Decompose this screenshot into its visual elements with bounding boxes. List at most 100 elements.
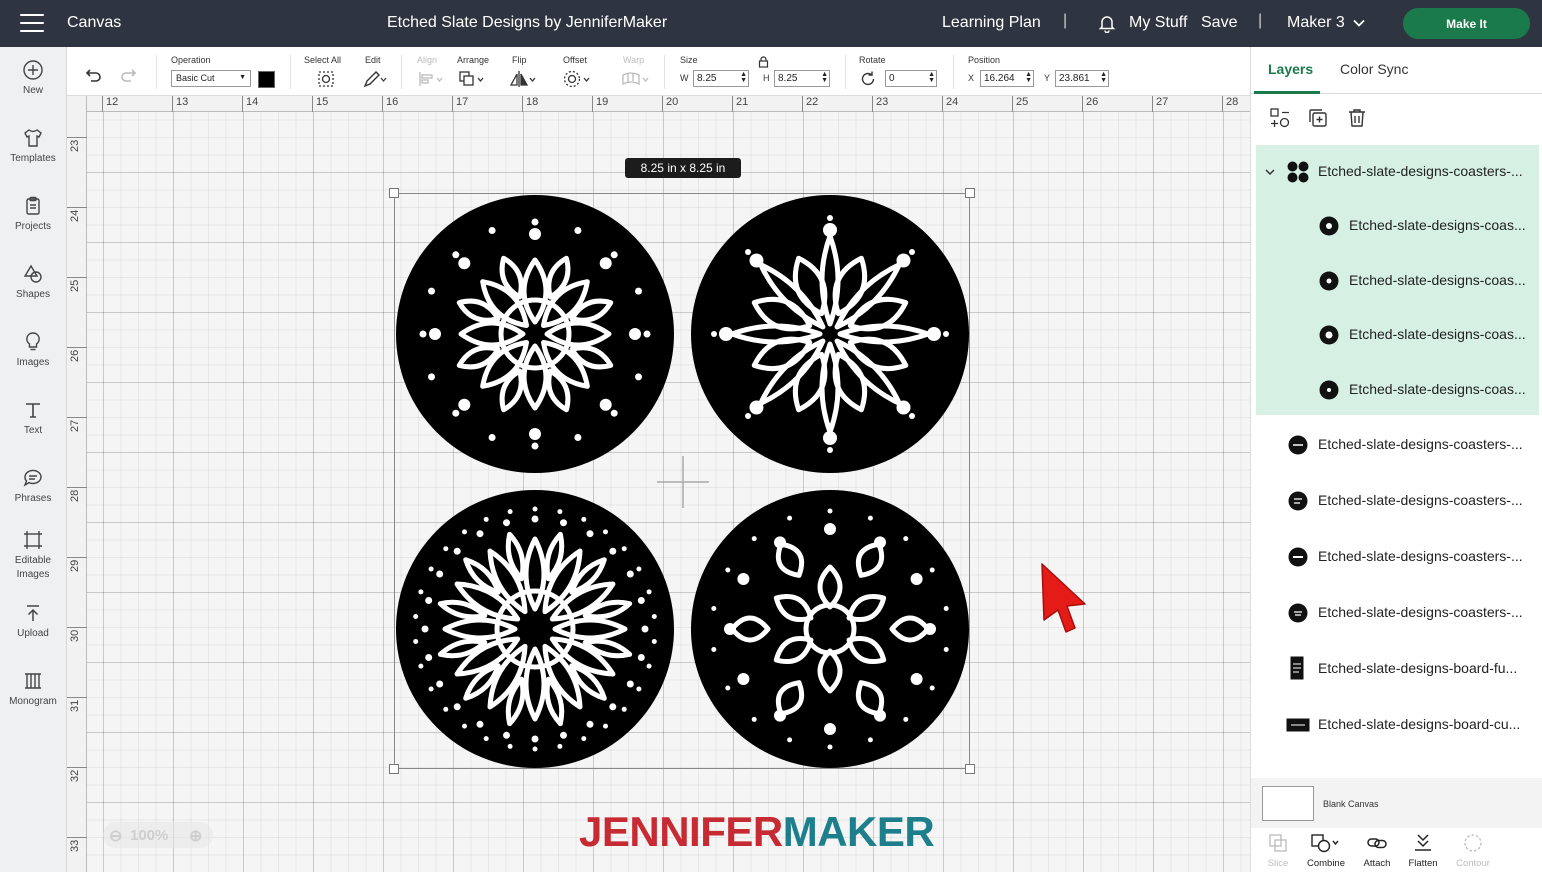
sidebar-item-shapes[interactable]: Shapes [0, 263, 66, 302]
sidebar-item-label: Upload [17, 628, 49, 639]
select-all-label: Select All [304, 55, 342, 65]
sidebar-item-label: Images [16, 357, 50, 368]
height-input[interactable]: 8.25 ▲ ▼ [774, 70, 830, 87]
hamburger-menu-icon[interactable] [20, 14, 44, 32]
sidebar-item-images[interactable]: Images [0, 331, 66, 370]
document-title[interactable]: Etched Slate Designs by JenniferMaker [387, 14, 667, 32]
chevron-down-icon[interactable] [1264, 166, 1276, 178]
layer-item[interactable]: Etched-slate-designs-coasters-... [1256, 474, 1539, 529]
sidebar-item-editable-images[interactable]: Editable Images [0, 529, 66, 582]
spinner-icon[interactable]: ▲ ▼ [740, 71, 747, 84]
offset-icon[interactable] [562, 69, 592, 89]
layer-item[interactable]: Etched-slate-designs-coas... [1256, 308, 1539, 363]
layer-name: Etched-slate-designs-coas... [1349, 217, 1526, 233]
coaster-thumbnail-icon [1319, 380, 1339, 400]
sidebar-item-label: Images [16, 569, 50, 580]
combine-button[interactable]: Combine [1301, 832, 1351, 869]
layer-item[interactable]: Etched-slate-designs-coas... [1256, 199, 1539, 254]
coaster-thumbnail-icon [1288, 435, 1308, 455]
sidebar-item-monogram[interactable]: Monogram [0, 670, 66, 709]
sidebar-item-projects[interactable]: Projects [0, 195, 66, 234]
layer-name: Etched-slate-designs-board-cu... [1318, 716, 1521, 732]
trash-icon[interactable] [1346, 107, 1368, 129]
sidebar-item-templates[interactable]: Templates [0, 127, 66, 166]
operation-color-swatch[interactable] [258, 71, 275, 88]
red-arrow-cursor-icon [1041, 563, 1086, 633]
ruler-tick: 23 [67, 137, 87, 152]
coaster-mandala-3[interactable] [395, 489, 675, 769]
board-thumbnail-icon [1286, 718, 1310, 732]
ruler-tick: 30 [67, 627, 87, 642]
arrange-icon[interactable] [457, 69, 487, 89]
coaster-mandala-4[interactable] [690, 489, 970, 769]
operation-select[interactable]: Basic Cut ▼ [171, 70, 251, 87]
spinner-icon[interactable]: ▲ ▼ [928, 71, 935, 84]
width-input[interactable]: 8.25 ▲ ▼ [693, 70, 749, 87]
group-icon[interactable] [1269, 107, 1291, 129]
tab-layers[interactable]: Layers [1268, 61, 1313, 77]
coaster-mandala-2[interactable] [690, 194, 970, 474]
left-sidebar: New Templates Projects Shapes Images Tex… [0, 47, 67, 872]
layer-item[interactable]: Etched-slate-designs-coasters-... [1256, 586, 1539, 641]
layer-item[interactable]: Etched-slate-designs-board-cu... [1256, 698, 1539, 753]
layer-item[interactable]: Etched-slate-designs-coas... [1256, 363, 1539, 418]
ruler-tick: 21 [732, 96, 748, 112]
my-stuff-link[interactable]: My Stuff [1129, 14, 1187, 32]
offset-label: Offset [563, 55, 587, 65]
save-button[interactable]: Save [1201, 14, 1237, 32]
chevron-down-icon[interactable] [1352, 16, 1366, 30]
spinner-icon[interactable]: ▲ ▼ [821, 71, 828, 84]
layer-name: Etched-slate-designs-coasters-... [1318, 492, 1523, 508]
tab-color-sync[interactable]: Color Sync [1340, 61, 1408, 77]
layer-item[interactable]: Etched-slate-designs-board-fu... [1256, 642, 1539, 697]
layer-item[interactable]: Etched-slate-designs-coas... [1256, 254, 1539, 309]
x-position-input[interactable]: 16.264 ▲ ▼ [980, 70, 1034, 87]
lock-icon[interactable] [758, 56, 769, 68]
spinner-icon[interactable]: ▲ ▼ [1025, 71, 1032, 84]
coaster-thumbnail-icon [1319, 216, 1339, 236]
make-it-button[interactable]: Make It [1403, 8, 1530, 39]
sidebar-item-new[interactable]: New [0, 59, 66, 98]
blank-canvas-row[interactable]: Blank Canvas [1251, 778, 1542, 828]
ruler-tick: 28 [1222, 96, 1238, 112]
rotate-input[interactable]: 0 ▲ ▼ [885, 70, 937, 87]
duplicate-icon[interactable] [1307, 107, 1329, 129]
sidebar-item-phrases[interactable]: Phrases [0, 467, 66, 506]
sidebar-item-label: New [22, 85, 43, 96]
upload-icon [27, 605, 39, 621]
design-canvas[interactable]: 12 13 14 15 16 17 18 19 20 21 22 23 24 25 26 27 28 23 24 2… [67, 96, 1250, 872]
horizontal-ruler: 12 13 14 15 16 17 18 19 20 21 22 23 24 25 26 27 28 [67, 96, 1250, 112]
zoom-in-icon[interactable]: ⊕ [189, 826, 202, 846]
zoom-out-icon[interactable]: ⊖ [109, 826, 122, 846]
flip-icon[interactable] [508, 69, 538, 89]
group-thumbnail-icon [1287, 161, 1309, 183]
layers-panel: Layers Color Sync Etched-slate-designs-c… [1250, 47, 1542, 872]
rotate-value: 0 [889, 73, 895, 84]
layer-item[interactable]: Etched-slate-designs-coasters-... [1256, 418, 1539, 473]
sidebar-item-upload[interactable]: Upload [0, 602, 66, 641]
dropdown-arrow-icon: ▼ [239, 74, 246, 81]
y-position-input[interactable]: 23.861 ▲ ▼ [1055, 70, 1109, 87]
undo-icon[interactable] [83, 65, 103, 85]
coaster-mandala-1[interactable] [395, 194, 675, 474]
machine-selector[interactable]: Maker 3 [1287, 14, 1345, 32]
attach-icon [1367, 838, 1387, 849]
flatten-button[interactable]: Flatten [1398, 832, 1448, 869]
learning-plan-link[interactable]: Learning Plan [942, 14, 1041, 32]
spinner-icon[interactable]: ▲ ▼ [1100, 71, 1107, 84]
bell-icon[interactable] [1097, 13, 1117, 33]
warp-icon [622, 72, 649, 86]
pencil-icon[interactable] [362, 69, 388, 89]
layer-group-row[interactable]: Etched-slate-designs-coasters-... [1256, 145, 1539, 200]
x-prefix: X [968, 73, 975, 83]
attach-button[interactable]: Attach [1352, 832, 1402, 869]
select-all-icon[interactable] [316, 69, 336, 89]
sidebar-item-text[interactable]: Text [0, 399, 66, 438]
edit-label: Edit [365, 55, 381, 65]
ruler-tick: 32 [67, 767, 87, 782]
ruler-tick: 25 [67, 277, 87, 292]
layer-item[interactable]: Etched-slate-designs-coasters-... [1256, 530, 1539, 585]
blank-canvas-swatch[interactable] [1262, 786, 1314, 821]
layer-name: Etched-slate-designs-coas... [1349, 326, 1526, 342]
ruler-tick: 12 [102, 96, 118, 112]
